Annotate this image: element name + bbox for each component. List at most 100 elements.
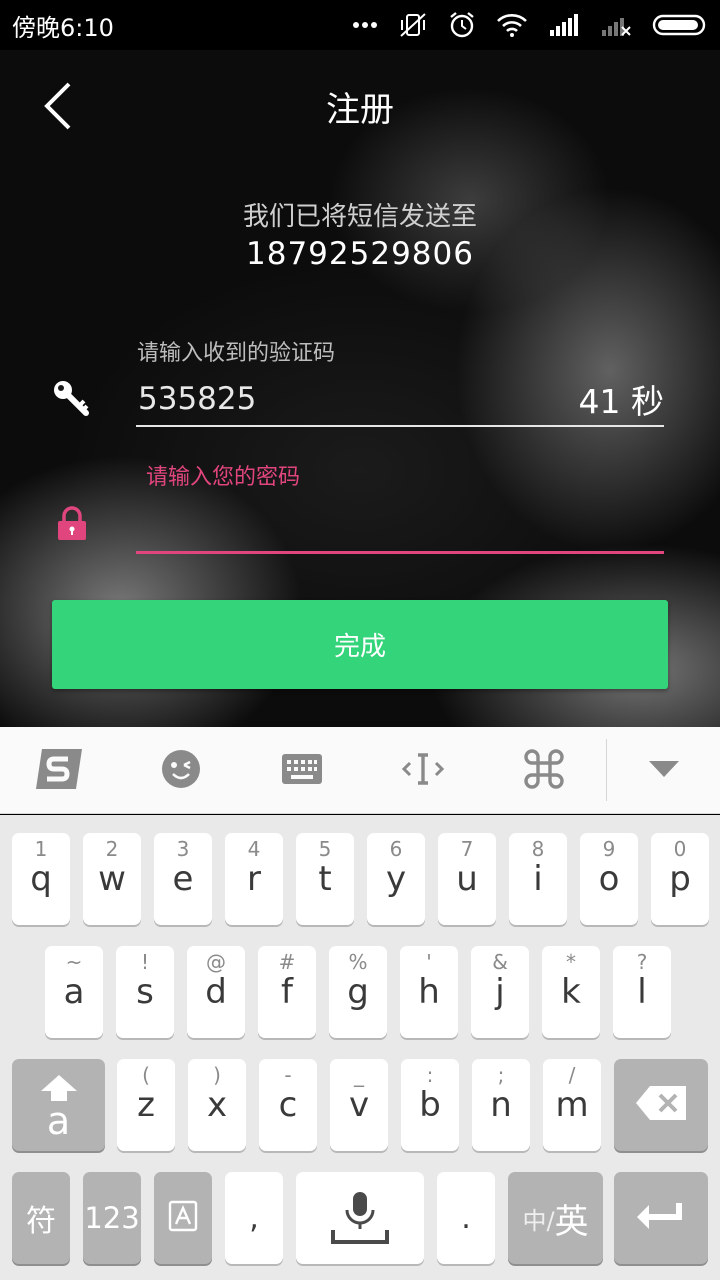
sms-sent-message: 我们已将短信发送至 bbox=[242, 202, 477, 232]
key-i[interactable]: 8i bbox=[509, 833, 567, 925]
microphone-icon bbox=[329, 1186, 391, 1250]
symbol-key-label: 符 bbox=[26, 1204, 56, 1239]
space-voice-key[interactable] bbox=[296, 1172, 424, 1264]
collapse-arrow-icon bbox=[648, 759, 680, 783]
key-l[interactable]: ? l bbox=[613, 946, 671, 1038]
key-j[interactable]: & j bbox=[471, 946, 529, 1038]
key-primary-label: k bbox=[561, 972, 581, 1012]
key-p[interactable]: 0p bbox=[651, 833, 709, 925]
sogou-logo-button[interactable] bbox=[10, 727, 110, 814]
keyboard-icon bbox=[281, 753, 323, 789]
verification-code-input[interactable]: 535825 41 秒 bbox=[136, 372, 664, 427]
key-r[interactable]: 4r bbox=[225, 833, 283, 925]
key-d[interactable]: @ d bbox=[187, 946, 245, 1038]
key-primary-label: b bbox=[419, 1085, 441, 1125]
key-c[interactable]: -c bbox=[259, 1059, 317, 1151]
key-v[interactable]: _ v bbox=[330, 1059, 388, 1151]
done-button[interactable]: 完成 bbox=[52, 600, 668, 689]
key-secondary-label: # bbox=[278, 950, 296, 974]
key-g[interactable]: % g bbox=[329, 946, 387, 1038]
key-primary-label: d bbox=[205, 972, 227, 1012]
command-button[interactable] bbox=[494, 727, 594, 814]
enter-icon bbox=[635, 1201, 687, 1235]
key-w[interactable]: 2w bbox=[83, 833, 141, 925]
status-bar: 傍晚6:10 bbox=[0, 0, 720, 50]
key-q[interactable]: 1q bbox=[12, 833, 70, 925]
lang-big-label: 英 bbox=[554, 1201, 589, 1242]
key-primary-label: o bbox=[598, 859, 620, 899]
key-x[interactable]: ) x bbox=[188, 1059, 246, 1151]
cursor-move-button[interactable] bbox=[373, 727, 473, 814]
key-primary-label: l bbox=[637, 972, 647, 1012]
key-primary-label: t bbox=[318, 859, 332, 899]
key-primary-label: g bbox=[347, 972, 369, 1012]
key-u[interactable]: 7u bbox=[438, 833, 496, 925]
key-secondary-label: 7 bbox=[460, 837, 474, 861]
language-switch-key[interactable]: 中/ 英 bbox=[508, 1172, 603, 1264]
key-secondary-label: * bbox=[566, 950, 576, 974]
key-secondary-label: 0 bbox=[673, 837, 687, 861]
key-m[interactable]: / m bbox=[543, 1059, 601, 1151]
key-primary-label: r bbox=[247, 859, 261, 899]
handwriting-key[interactable] bbox=[154, 1172, 212, 1264]
symbol-key[interactable]: 符 bbox=[12, 1172, 70, 1264]
keyboard-switch-button[interactable] bbox=[252, 727, 352, 814]
phone-number: 18792529806 bbox=[246, 236, 474, 272]
key-secondary-label: 3 bbox=[176, 837, 190, 861]
command-icon bbox=[524, 748, 564, 793]
key-k[interactable]: * k bbox=[542, 946, 600, 1038]
key-s[interactable]: ! s bbox=[116, 946, 174, 1038]
backspace-key[interactable] bbox=[614, 1059, 708, 1151]
password-input[interactable] bbox=[136, 510, 664, 554]
signal-icon bbox=[548, 13, 580, 37]
key-secondary-label: ( bbox=[142, 1063, 150, 1087]
password-placeholder: 请输入您的密码 bbox=[146, 465, 301, 490]
key-primary-label: s bbox=[136, 972, 154, 1012]
emoji-icon bbox=[161, 749, 201, 793]
key-primary-label: c bbox=[278, 1085, 298, 1125]
key-primary-label: v bbox=[348, 1085, 370, 1125]
key-secondary-label: 5 bbox=[318, 837, 332, 861]
handwriting-icon bbox=[168, 1200, 198, 1236]
key-h[interactable]: ' h bbox=[400, 946, 458, 1038]
status-icons bbox=[352, 11, 708, 39]
key-e[interactable]: 3e bbox=[154, 833, 212, 925]
key-secondary-label: _ bbox=[354, 1063, 364, 1087]
resend-countdown: 41 秒 bbox=[578, 381, 664, 421]
toolbar-divider bbox=[606, 739, 607, 801]
key-n[interactable]: ; n bbox=[472, 1059, 530, 1151]
key-secondary-label: ' bbox=[426, 950, 432, 974]
backspace-icon bbox=[634, 1084, 688, 1126]
key-icon bbox=[52, 378, 92, 422]
key-o[interactable]: 9o bbox=[580, 833, 638, 925]
key-t[interactable]: 5t bbox=[296, 833, 354, 925]
keyboard: 1q2w3e4r5t6y7u8i9o0p ~ a! s @ d # f% g ' h & j * k? l … bbox=[0, 815, 720, 1280]
key-y[interactable]: 6y bbox=[367, 833, 425, 925]
key-b[interactable]: :b bbox=[401, 1059, 459, 1151]
comma-key[interactable]: , bbox=[225, 1172, 283, 1264]
page-title: 注册 bbox=[326, 90, 394, 130]
key-primary-label: w bbox=[98, 859, 126, 899]
shift-key[interactable]: a bbox=[12, 1059, 105, 1151]
key-primary-label: y bbox=[385, 859, 407, 899]
emoji-button[interactable] bbox=[131, 727, 231, 814]
key-a[interactable]: ~ a bbox=[45, 946, 103, 1038]
key-f[interactable]: # f bbox=[258, 946, 316, 1038]
key-secondary-label: : bbox=[426, 1063, 434, 1087]
key-secondary-label: 8 bbox=[531, 837, 545, 861]
key-secondary-label: 4 bbox=[247, 837, 261, 861]
comma-key-label: , bbox=[249, 1200, 259, 1236]
wifi-icon bbox=[496, 13, 528, 37]
collapse-keyboard-button[interactable] bbox=[614, 727, 714, 814]
key-primary-label: i bbox=[533, 859, 543, 899]
signal-no-sim-icon bbox=[600, 13, 632, 37]
period-key[interactable]: . bbox=[437, 1172, 495, 1264]
enter-key[interactable] bbox=[614, 1172, 708, 1264]
verification-code-label: 请输入收到的验证码 bbox=[137, 341, 336, 366]
key-secondary-label: ; bbox=[497, 1063, 505, 1087]
battery-icon bbox=[652, 13, 708, 37]
verification-code-value: 535825 bbox=[138, 380, 257, 417]
key-z[interactable]: (z bbox=[117, 1059, 175, 1151]
key-secondary-label: ! bbox=[140, 950, 150, 974]
numbers-key[interactable]: 123 bbox=[83, 1172, 141, 1264]
